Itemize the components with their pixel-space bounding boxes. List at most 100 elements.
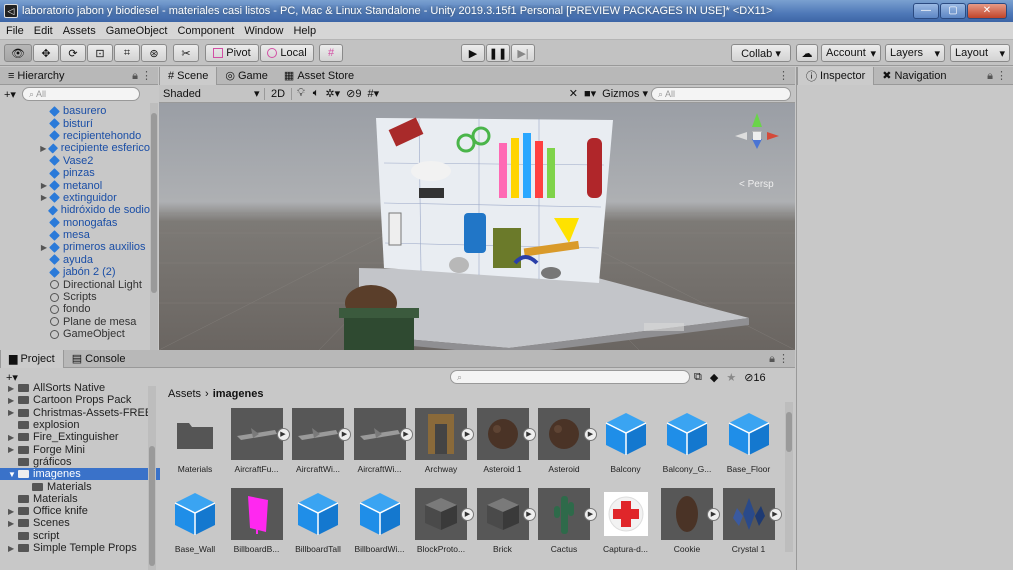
play-button[interactable]: ▶ bbox=[461, 44, 485, 62]
asset-item[interactable]: ▶ AircraftFu... bbox=[227, 408, 290, 474]
hierarchy-item[interactable]: basurero bbox=[0, 105, 150, 117]
expand-arrow-icon[interactable]: ▶ bbox=[8, 408, 18, 417]
asset-item[interactable]: ▶ Cactus bbox=[534, 488, 597, 554]
hierarchy-item[interactable]: GameObject bbox=[0, 328, 150, 340]
expand-arrow-icon[interactable]: ▶ bbox=[8, 384, 18, 393]
scale-tool-button[interactable]: ⊡ bbox=[87, 44, 113, 62]
tab-navigation[interactable]: ✖ Navigation bbox=[874, 67, 954, 85]
folder-tree-item[interactable]: ▼ imagenes bbox=[0, 468, 160, 481]
light-icon[interactable]: 💡︎ bbox=[292, 87, 310, 100]
tab-asset-store[interactable]: ▦ Asset Store bbox=[276, 67, 362, 85]
expand-arrow-icon[interactable]: ▶ bbox=[8, 544, 18, 553]
hidden-packages-toggle[interactable]: ⊘16 bbox=[740, 371, 769, 384]
folder-tree-item[interactable]: ▶ Cartoon Props Pack bbox=[0, 394, 160, 406]
menu-component[interactable]: Component bbox=[177, 25, 234, 37]
hierarchy-item[interactable]: Vase2 bbox=[0, 155, 150, 167]
folder-tree-item[interactable]: ▶ Scenes bbox=[0, 517, 160, 529]
tab-menu-icon[interactable]: ⋮ bbox=[778, 69, 789, 82]
asset-item[interactable]: Base_Floor bbox=[719, 408, 779, 474]
scroll-thumb[interactable] bbox=[786, 412, 792, 452]
scene-search-input[interactable]: ⌕ All bbox=[651, 86, 791, 101]
tab-console[interactable]: ▤ Console bbox=[64, 350, 134, 368]
asset-item[interactable]: ▶ Archway bbox=[411, 408, 474, 474]
folder-tree-item[interactable]: Materials bbox=[0, 493, 160, 505]
local-button[interactable]: Local bbox=[260, 44, 314, 62]
breadcrumb-assets[interactable]: Assets bbox=[168, 388, 201, 400]
hierarchy-item[interactable]: Directional Light bbox=[0, 278, 150, 291]
tab-inspector[interactable]: ⓘ Inspector bbox=[797, 66, 875, 85]
expand-arrow-icon[interactable]: ▶ bbox=[38, 193, 50, 202]
hidden-objects-toggle[interactable]: ⊘9 bbox=[343, 87, 364, 100]
minimize-button[interactable]: — bbox=[913, 3, 939, 19]
asset-item[interactable]: ▶ AircraftWi... bbox=[350, 408, 413, 474]
close-button[interactable]: ✕ bbox=[967, 3, 1007, 19]
hierarchy-scrollbar[interactable] bbox=[150, 103, 158, 350]
asset-item[interactable]: Base_Wall bbox=[165, 488, 225, 554]
asset-item[interactable]: BillboardTall bbox=[288, 488, 348, 554]
menu-file[interactable]: File bbox=[6, 25, 24, 37]
asset-item[interactable]: ▶ Crystal 1 bbox=[719, 488, 782, 554]
lock-icon[interactable]: 🔒︎ ⋮ bbox=[769, 352, 789, 366]
expand-arrow-icon[interactable]: ▶ bbox=[8, 519, 18, 528]
layers-dropdown[interactable]: Layers ▾ bbox=[885, 44, 945, 62]
cloud-button[interactable]: ☁ bbox=[796, 44, 818, 62]
favorite-icon[interactable]: ★ bbox=[722, 371, 740, 384]
hierarchy-item[interactable]: hidróxido de sodio bbox=[0, 204, 150, 216]
menu-help[interactable]: Help bbox=[293, 25, 316, 37]
maximize-button[interactable]: ▢ bbox=[940, 3, 966, 19]
scroll-thumb[interactable] bbox=[151, 113, 157, 293]
folder-tree-item[interactable]: ▶ Office knife bbox=[0, 505, 160, 517]
rect-tool-button[interactable]: ⌗ bbox=[114, 44, 140, 62]
menu-window[interactable]: Window bbox=[244, 25, 283, 37]
hierarchy-item[interactable]: ▶ metanol bbox=[0, 179, 150, 192]
orientation-gizmo[interactable] bbox=[735, 113, 779, 149]
hierarchy-item[interactable]: Scripts bbox=[0, 291, 150, 303]
menu-edit[interactable]: Edit bbox=[34, 25, 53, 37]
folder-tree-item[interactable]: Materials bbox=[0, 480, 160, 493]
tab-game[interactable]: ◎ Game bbox=[217, 67, 276, 85]
2d-toggle[interactable]: 2D bbox=[264, 87, 293, 100]
expand-arrow-icon[interactable]: ▶ bbox=[8, 445, 18, 454]
custom-tool-button[interactable]: ✂ bbox=[173, 44, 199, 62]
folder-tree-item[interactable]: ▶ Christmas-Assets-FREE bbox=[0, 407, 160, 419]
hierarchy-item[interactable]: recipientehondo bbox=[0, 130, 150, 142]
expand-arrow-icon[interactable]: ▼ bbox=[8, 470, 18, 479]
tab-hierarchy[interactable]: ≡ Hierarchy bbox=[0, 67, 73, 85]
asset-grid-scrollbar[interactable] bbox=[785, 402, 793, 552]
asset-item[interactable]: ▶ BlockProto... bbox=[411, 488, 474, 554]
pivot-button[interactable]: Pivot bbox=[205, 44, 259, 62]
project-tree-scrollbar[interactable] bbox=[148, 386, 156, 570]
hierarchy-item[interactable]: ayuda bbox=[0, 254, 150, 266]
folder-tree-item[interactable]: ▶ Forge Mini bbox=[0, 443, 160, 456]
breadcrumb-current[interactable]: imagenes bbox=[213, 388, 264, 400]
folder-tree-item[interactable]: explosion bbox=[0, 419, 160, 431]
scroll-thumb[interactable] bbox=[149, 446, 155, 566]
folder-tree-item[interactable]: gráficos bbox=[0, 456, 160, 468]
asset-item[interactable]: Balcony bbox=[596, 408, 656, 474]
asset-item[interactable]: Balcony_G... bbox=[657, 408, 717, 474]
asset-item[interactable]: ▶ Brick bbox=[473, 488, 536, 554]
persp-label[interactable]: < Persp bbox=[739, 179, 774, 190]
filter-label-icon[interactable]: ◆ bbox=[706, 371, 722, 384]
folder-tree-item[interactable]: ▶ Simple Temple Props bbox=[0, 542, 160, 554]
hierarchy-item[interactable]: mesa bbox=[0, 229, 150, 241]
asset-item[interactable]: Captura-d... bbox=[596, 488, 656, 554]
filter-type-icon[interactable]: ⧉ bbox=[690, 371, 706, 384]
account-dropdown[interactable]: Account ▾ bbox=[821, 44, 881, 62]
asset-item[interactable]: ▶ Asteroid bbox=[534, 408, 597, 474]
gizmos-dropdown[interactable]: Gizmos ▾ bbox=[599, 87, 651, 100]
tab-project[interactable]: ▆ Project bbox=[0, 349, 64, 368]
camera-icon[interactable]: ■▾ bbox=[581, 87, 599, 100]
hierarchy-item[interactable]: pinzas bbox=[0, 167, 150, 179]
hierarchy-item[interactable]: monogafas bbox=[0, 217, 150, 229]
tools-icon[interactable]: ✕ bbox=[566, 87, 581, 100]
move-tool-button[interactable]: ✥ bbox=[33, 44, 59, 62]
grid-snap-button[interactable]: # bbox=[319, 44, 343, 62]
view-tool-button[interactable]: 👁 bbox=[4, 44, 32, 62]
collab-button[interactable]: Collab ▾ bbox=[731, 44, 791, 62]
expand-prefab-icon[interactable]: ▶ bbox=[768, 508, 782, 521]
transform-tool-button[interactable]: ⊛ bbox=[141, 44, 167, 62]
menu-assets[interactable]: Assets bbox=[63, 25, 96, 37]
asset-item[interactable]: BillboardWi... bbox=[350, 488, 410, 554]
asset-item[interactable]: ▶ Cookie bbox=[657, 488, 720, 554]
